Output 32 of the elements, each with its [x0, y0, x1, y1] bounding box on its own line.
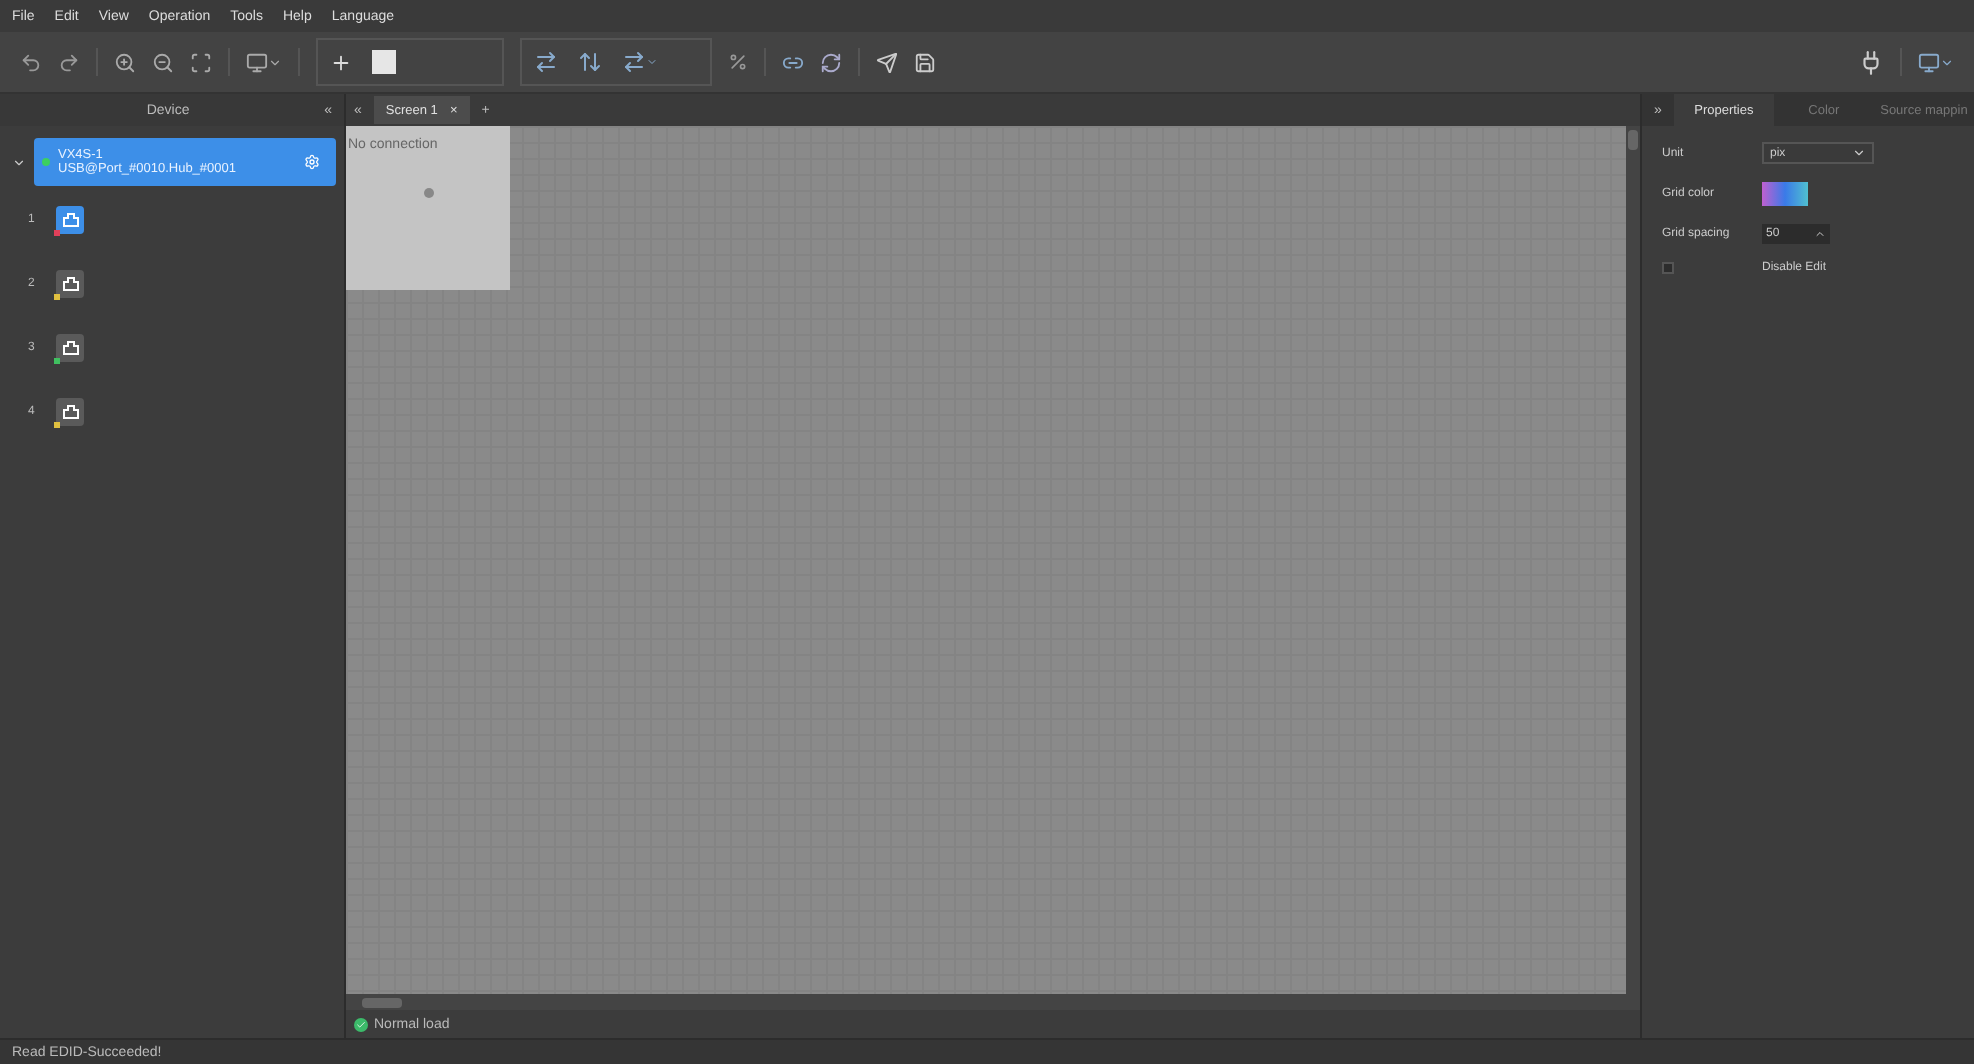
display-dropdown-icon[interactable] — [1918, 51, 1954, 73]
swap-dropdown-icon[interactable] — [622, 50, 658, 74]
settings-icon[interactable] — [304, 154, 320, 170]
check-icon — [354, 1017, 368, 1031]
refresh-icon[interactable] — [820, 51, 842, 73]
chevron-down-icon — [1852, 146, 1866, 160]
plug-icon[interactable] — [1858, 49, 1884, 75]
color-swatch[interactable] — [1762, 182, 1808, 206]
checkbox[interactable] — [1662, 262, 1674, 274]
save-icon[interactable] — [914, 51, 936, 73]
send-icon[interactable] — [876, 51, 898, 73]
expand-caret-icon[interactable] — [12, 155, 26, 169]
monitor-dropdown-icon[interactable] — [246, 51, 282, 73]
add-icon[interactable] — [330, 51, 352, 73]
color-square-icon[interactable] — [372, 50, 396, 74]
swap-horizontal-icon[interactable] — [534, 50, 558, 74]
network-port-icon — [61, 404, 79, 420]
network-port-icon — [61, 340, 79, 356]
port-button[interactable] — [56, 270, 84, 298]
fit-icon[interactable] — [190, 51, 212, 73]
percent-icon[interactable] — [728, 52, 748, 72]
network-port-icon — [61, 276, 79, 292]
zoom-out-icon[interactable] — [152, 51, 174, 73]
port-button[interactable] — [56, 398, 84, 426]
port-button[interactable] — [56, 334, 84, 362]
swap-vertical-icon[interactable] — [578, 50, 602, 74]
undo-icon[interactable] — [20, 51, 42, 73]
port-button[interactable] — [56, 206, 84, 234]
zoom-in-icon[interactable] — [114, 51, 136, 73]
network-port-icon — [61, 212, 79, 228]
redo-icon[interactable] — [58, 51, 80, 73]
center-dot-icon — [423, 188, 433, 198]
